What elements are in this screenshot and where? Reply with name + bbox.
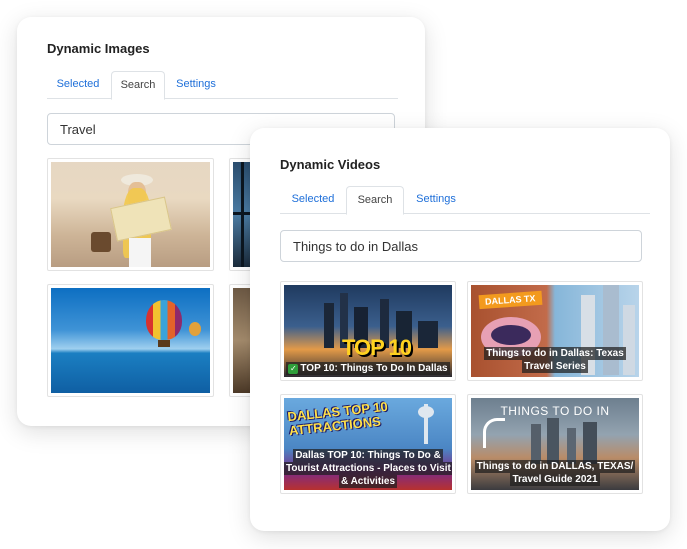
video-thumbnail: DALLAS TOP 10 ATTRACTIONS Dallas TOP 10:… bbox=[284, 398, 452, 490]
tab-settings[interactable]: Settings bbox=[169, 71, 223, 99]
videos-search-input[interactable] bbox=[280, 230, 642, 262]
video-overlay-text: THINGS TO DO IN bbox=[500, 404, 610, 418]
tab-search[interactable]: Search bbox=[346, 186, 404, 215]
videos-tabs: Selected Search Settings bbox=[280, 186, 650, 215]
tab-selected[interactable]: Selected bbox=[49, 71, 107, 99]
image-result[interactable] bbox=[47, 284, 214, 397]
video-result[interactable]: THINGS TO DO IN Things to do in DALLAS, … bbox=[467, 394, 643, 494]
video-thumbnail: DALLAS TX Things to do in Dallas: Texas … bbox=[471, 285, 639, 377]
hot-air-balloons-image bbox=[51, 288, 210, 393]
video-overlay-text: DALLAS TX bbox=[478, 290, 542, 310]
video-result[interactable]: TOP 10 ✓ TOP 10: Things To Do In Dallas bbox=[280, 281, 456, 381]
panel-title: Dynamic Videos bbox=[280, 157, 381, 172]
video-result[interactable]: DALLAS TOP 10 ATTRACTIONS Dallas TOP 10:… bbox=[280, 394, 456, 494]
video-caption: TOP 10: Things To Do In Dallas bbox=[300, 363, 448, 374]
check-icon: ✓ bbox=[288, 364, 299, 374]
panel-title: Dynamic Images bbox=[47, 41, 150, 56]
dynamic-videos-panel: Dynamic Videos Selected Search Settings … bbox=[250, 128, 670, 531]
video-overlay-text: TOP 10 bbox=[342, 335, 412, 360]
image-result[interactable] bbox=[47, 158, 214, 271]
video-caption: Things to do in Dallas: Texas Travel Ser… bbox=[484, 347, 626, 373]
video-thumbnail: THINGS TO DO IN Things to do in DALLAS, … bbox=[471, 398, 639, 490]
arrow-icon bbox=[483, 418, 505, 448]
video-thumbnail: TOP 10 ✓ TOP 10: Things To Do In Dallas bbox=[284, 285, 452, 377]
video-caption: Things to do in DALLAS, TEXAS/ Travel Gu… bbox=[474, 460, 636, 486]
tab-search[interactable]: Search bbox=[111, 71, 165, 100]
video-overlay-text: DALLAS TOP 10 ATTRACTIONS bbox=[286, 398, 389, 439]
woman-with-map-image bbox=[51, 162, 210, 267]
video-caption: Dallas TOP 10: Things To Do & Tourist At… bbox=[284, 449, 452, 488]
tab-selected[interactable]: Selected bbox=[284, 186, 342, 214]
tab-settings[interactable]: Settings bbox=[407, 186, 465, 214]
images-tabs: Selected Search Settings bbox=[47, 71, 398, 100]
video-result[interactable]: DALLAS TX Things to do in Dallas: Texas … bbox=[467, 281, 643, 381]
